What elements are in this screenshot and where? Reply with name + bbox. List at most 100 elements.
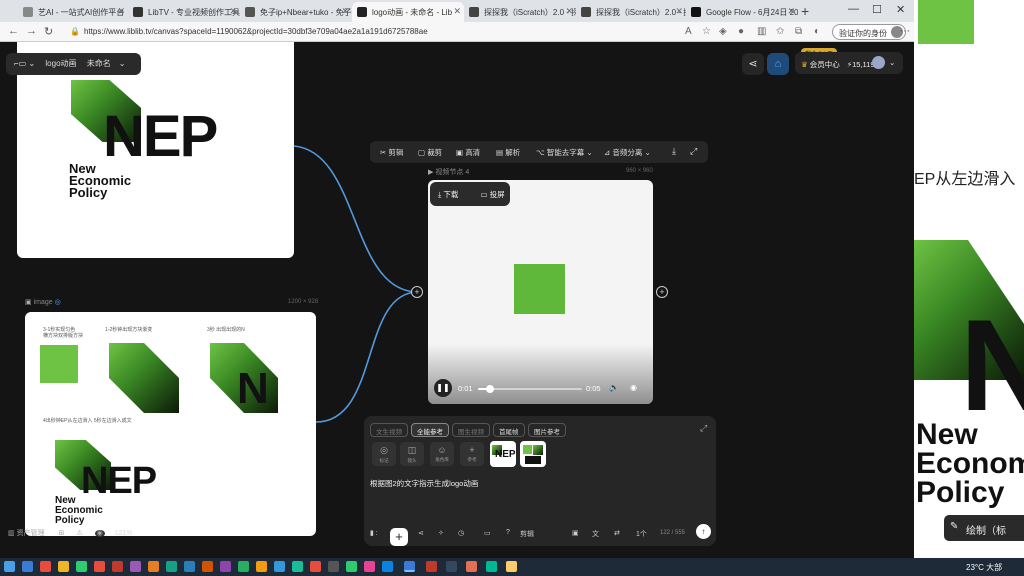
tab-6[interactable]: 探探我（iScratch）2.0 - 探探✕ <box>576 2 686 22</box>
send-button[interactable]: ↑ <box>696 524 711 539</box>
app-icon[interactable] <box>40 561 51 572</box>
tab-5[interactable]: 探探我（iScratch）2.0 - 探探✕ <box>464 2 576 22</box>
minimize-icon[interactable]: — <box>848 3 859 15</box>
toolbar-crop[interactable]: ▢ 裁剪 <box>418 147 442 158</box>
tool-mark[interactable]: ◎ 标记 <box>372 442 396 466</box>
mode-image-reference[interactable]: 图片参考 <box>528 423 566 437</box>
assets-icon[interactable]: ▥ <box>8 530 15 537</box>
video-progress-bar[interactable] <box>478 385 582 393</box>
back-icon[interactable]: ← <box>8 25 19 37</box>
folder-icon[interactable] <box>58 561 69 572</box>
mode-image-to-video[interactable]: 图生视频 <box>452 423 490 437</box>
warning-icon[interactable]: ⚠ <box>76 530 82 537</box>
extension-icon[interactable]: ● <box>738 26 744 37</box>
collections-icon[interactable]: ⧉ <box>795 26 802 37</box>
share-node-icon[interactable]: ⋖ <box>418 529 424 537</box>
mode-all-reference[interactable]: 全能参考 <box>411 423 449 437</box>
toolbar-edit[interactable]: ✂ 剪辑 <box>380 147 403 158</box>
app-icon[interactable] <box>466 561 477 572</box>
translate-icon[interactable]: 文 <box>592 529 599 539</box>
pause-button[interactable]: ❚❚ <box>434 379 452 397</box>
cast-button[interactable]: ▭ 投屏 <box>481 190 515 199</box>
app-icon[interactable] <box>220 561 231 572</box>
tab-1[interactable]: 艺AI - 一站式AI创作平台 ✕ <box>18 2 128 22</box>
url-field[interactable]: 🔒 https://www.liblib.tv/canvas?spaceId=11… <box>70 27 428 36</box>
favorites-icon[interactable]: ✩ <box>776 26 784 37</box>
app-icon[interactable] <box>292 561 303 572</box>
close-window-icon[interactable]: ✕ <box>896 3 905 16</box>
profile-verify-button[interactable]: 验证你的身份 <box>832 24 906 40</box>
tab-4-active[interactable]: logo动画 - 未命名 - Lib ✕ <box>352 2 464 22</box>
forward-icon[interactable]: → <box>26 25 37 37</box>
close-icon[interactable]: ✕ <box>229 6 237 17</box>
grid-icon[interactable]: ⊞ <box>59 530 65 537</box>
app-icon[interactable] <box>364 561 375 572</box>
weather-tray[interactable]: 23°C 大部 <box>966 562 1002 573</box>
zoom-level[interactable]: 121% <box>115 530 133 537</box>
app-icon[interactable] <box>148 561 159 572</box>
fullscreen-icon[interactable]: ⤢ <box>690 146 697 157</box>
reload-icon[interactable]: ↻ <box>44 25 53 38</box>
model-label[interactable]: 剪辑 <box>520 529 534 539</box>
tab-2[interactable]: LibTV - 专业视频创作工具 ✕ <box>128 2 240 22</box>
close-icon[interactable]: ✕ <box>675 6 683 17</box>
toolbar-remove-subtitles[interactable]: ⌥ 智能去字幕 ⌄ <box>536 147 593 158</box>
app-icon[interactable] <box>94 561 105 572</box>
app-icon[interactable] <box>112 561 123 572</box>
app-icon[interactable] <box>426 561 437 572</box>
maximize-icon[interactable]: ☐ <box>872 3 882 16</box>
clock-icon[interactable]: ◷ <box>458 529 464 537</box>
toolbar-audio-split[interactable]: ⊿ 音频分离 ⌄ <box>604 147 651 158</box>
toolbar-parse[interactable]: ▤ 解析 <box>496 147 520 158</box>
screenshot-icon[interactable]: ◉ <box>630 383 637 392</box>
prompt-input[interactable]: 根据图2的文字指示生成logo动画 <box>370 478 478 489</box>
mode-text-to-video[interactable]: 文生视频 <box>370 423 408 437</box>
add-node-button[interactable]: + <box>390 528 408 546</box>
volume-icon[interactable]: 🔈 <box>609 383 619 392</box>
app-icon[interactable] <box>256 561 267 572</box>
mode-first-last-frame[interactable]: 首尾帧 <box>493 423 525 437</box>
new-tab-icon[interactable]: + <box>801 3 809 19</box>
app-icon[interactable] <box>346 561 357 572</box>
split-screen-icon[interactable]: ▥ <box>757 26 766 37</box>
tab-3[interactable]: 免子ip+Nbear+tuko - 免子ip ✕ <box>240 2 352 22</box>
locate-icon[interactable]: ◉ <box>94 530 105 537</box>
extension-icon[interactable]: ◈ <box>719 26 727 37</box>
download-icon[interactable]: ⤓ <box>672 146 676 157</box>
app-icon[interactable] <box>310 561 321 572</box>
input-connector-icon[interactable]: + <box>411 286 423 298</box>
app-icon[interactable] <box>486 561 497 572</box>
magic-icon[interactable]: ✧ <box>438 529 444 537</box>
app-icon[interactable] <box>274 561 285 572</box>
reference-thumbnail-2[interactable] <box>520 441 546 467</box>
expand-icon[interactable]: ⤢ <box>700 423 707 434</box>
read-aloud-icon[interactable]: A <box>685 26 692 37</box>
app-icon[interactable] <box>130 561 141 572</box>
edge-active-icon[interactable] <box>404 561 415 572</box>
app-icon[interactable] <box>166 561 177 572</box>
toolbar-hd[interactable]: ▣ 高清 <box>456 147 480 158</box>
help-icon[interactable]: ? <box>506 529 510 536</box>
app-icon[interactable] <box>506 561 517 572</box>
tool-reference[interactable]: + 参考 <box>460 442 484 466</box>
aspect-icon[interactable]: ▭ <box>484 529 491 537</box>
video-node-card[interactable]: ⤓ 下载 ▭ 投屏 ❚❚ 0:01 0:05 🔈 ◉ <box>428 180 653 404</box>
output-connector-icon[interactable]: + <box>656 286 668 298</box>
download-button[interactable]: ⤓ 下载 <box>438 190 468 199</box>
tool-camera[interactable]: ◫ 镜头 <box>400 442 424 466</box>
aspect-ratio-icon[interactable]: ▮ : <box>370 529 378 537</box>
copilot-icon[interactable]: ◐ <box>814 26 820 37</box>
app-icon[interactable] <box>202 561 213 572</box>
app-icon[interactable] <box>238 561 249 572</box>
count-selector[interactable]: 1个 <box>636 529 647 539</box>
app-icon[interactable] <box>446 561 457 572</box>
image-upload-icon[interactable]: ▣ <box>572 529 579 537</box>
close-icon[interactable]: ✕ <box>341 6 349 17</box>
close-icon[interactable]: ✕ <box>453 6 461 17</box>
close-icon[interactable]: ✕ <box>117 6 125 17</box>
draw-button[interactable]: ✎ 绘制（标 <box>944 515 1024 541</box>
reference-thumbnail-1[interactable]: NEP <box>490 441 516 467</box>
more-menu-icon[interactable]: ⋯ <box>900 26 910 37</box>
close-icon[interactable]: ✕ <box>787 6 795 17</box>
app-icon[interactable] <box>328 561 339 572</box>
